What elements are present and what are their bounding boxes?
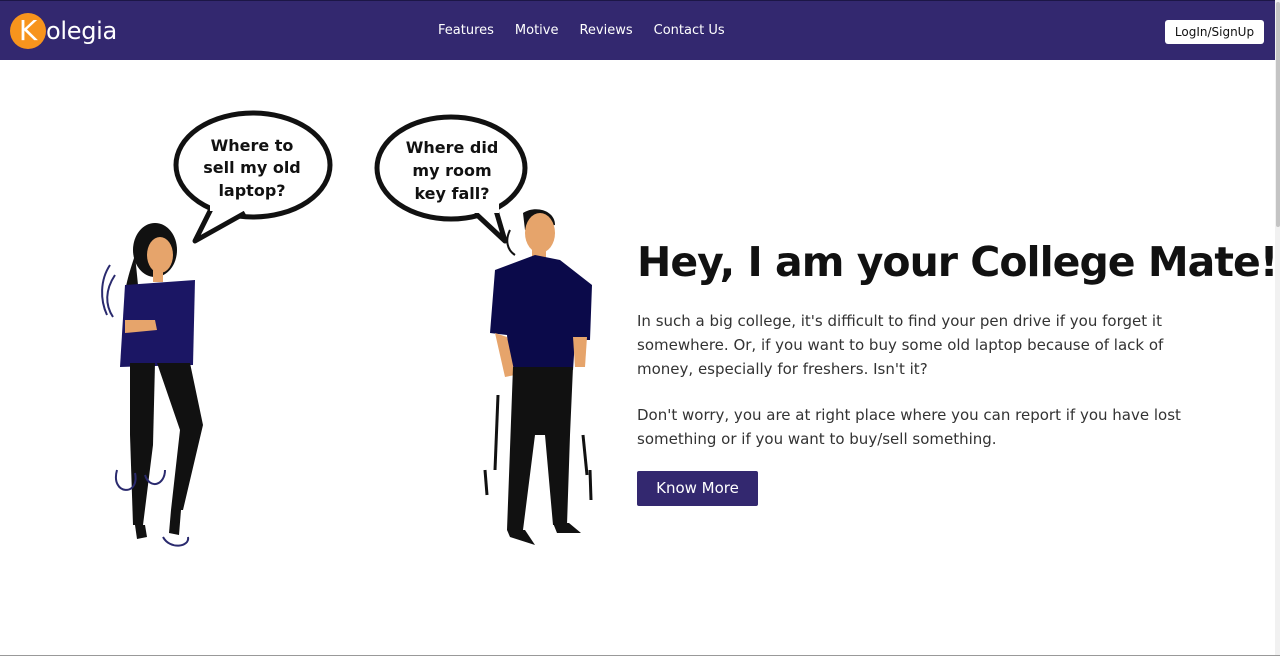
nav-link-features[interactable]: Features: [438, 23, 494, 38]
brand-logo[interactable]: K olegia: [10, 12, 117, 50]
logo-k-icon: K: [10, 13, 46, 49]
bubble-left-line-2: sell my old: [203, 158, 301, 177]
bubble-right-line-2: my room: [412, 161, 491, 180]
top-navbar: K olegia Features Motive Reviews Contact…: [0, 0, 1275, 60]
nav-links: Features Motive Reviews Contact Us: [438, 23, 746, 38]
man-figure: [483, 209, 593, 545]
speech-bubble-left: Where to sell my old laptop?: [173, 110, 333, 244]
bubble-left-line-1: Where to: [211, 136, 294, 155]
hero-title: Hey, I am your College Mate!: [637, 238, 1278, 286]
speech-bubble-right: Where did my room key fall?: [374, 114, 528, 244]
nav-link-contact-us[interactable]: Contact Us: [654, 23, 725, 38]
scrollbar-thumb[interactable]: [1276, 2, 1280, 227]
page-scrollbar[interactable]: [1275, 0, 1280, 656]
bubble-right-line-3: key fall?: [414, 184, 489, 203]
nav-link-motive[interactable]: Motive: [515, 23, 559, 38]
bubble-left-line-3: laptop?: [218, 181, 285, 200]
bubble-right-line-1: Where did: [406, 138, 499, 157]
login-signup-button[interactable]: LogIn/SignUp: [1165, 20, 1264, 44]
hero-paragraph-1: In such a big college, it's difficult to…: [637, 312, 1164, 378]
know-more-button[interactable]: Know More: [637, 471, 758, 506]
brand-name: olegia: [46, 17, 117, 45]
woman-figure: [101, 223, 203, 547]
students-illustration: Where to sell my old laptop? Where did m…: [101, 110, 593, 547]
hero-paragraph-2: Don't worry, you are at right place wher…: [637, 406, 1181, 448]
nav-link-reviews[interactable]: Reviews: [579, 23, 632, 38]
